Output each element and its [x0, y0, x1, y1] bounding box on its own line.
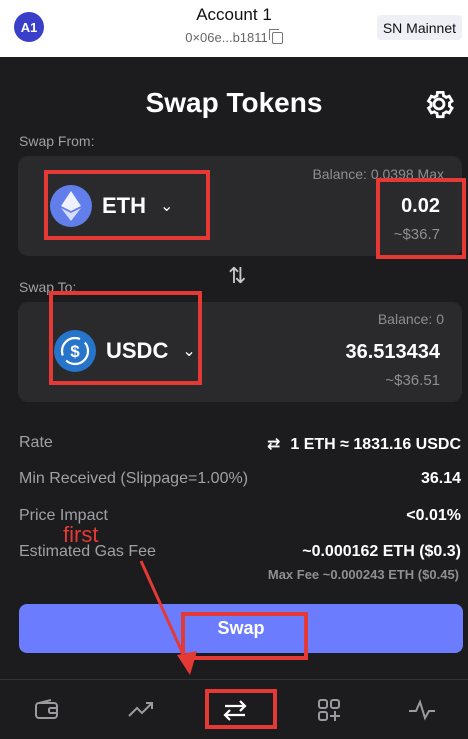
wallet-icon	[35, 699, 58, 719]
rate-label: Rate	[19, 434, 53, 451]
account-address: 0×06e...b1811	[185, 30, 268, 45]
nav-activity[interactable]	[376, 680, 468, 739]
copy-icon[interactable]	[268, 28, 283, 44]
swap-direction-icon[interactable]: ⇅	[228, 263, 246, 289]
from-balance-text: Balance: 0.0398	[312, 166, 414, 182]
svg-text:$: $	[70, 342, 80, 361]
activity-icon	[409, 699, 435, 721]
from-token-name: ETH	[102, 193, 146, 218]
nav-wallet[interactable]	[0, 680, 94, 739]
to-token-selector[interactable]: $ USDC ⌄	[54, 330, 196, 372]
min-received-row: Min Received (Slippage=1.00%) 36.14	[19, 470, 461, 488]
price-impact-value: <0.01%	[406, 507, 461, 524]
from-amount-usd: ~$36.7	[393, 226, 440, 243]
apps-icon	[318, 699, 340, 721]
gas-fee-value: ~0.000162 ETH ($0.3)	[302, 543, 461, 560]
swap-panel: Swap Tokens Swap From: ETH ⌄ Balance: 0.…	[0, 57, 468, 679]
from-amount-input[interactable]: 0.02	[401, 195, 440, 218]
bottom-nav	[0, 679, 468, 739]
swap-from-label: Swap From:	[19, 133, 95, 149]
min-received-value: 36.14	[420, 470, 461, 487]
gear-icon[interactable]	[422, 87, 456, 121]
to-amount: 36.513434	[345, 341, 440, 363]
swap-to-label: Swap To:	[19, 279, 77, 295]
to-amount-usd: ~$36.51	[385, 372, 440, 389]
min-received-label: Min Received (Slippage=1.00%)	[19, 470, 249, 487]
usdc-icon: $	[54, 330, 96, 372]
from-balance: Balance: 0.0398 Max	[264, 166, 444, 182]
network-badge[interactable]: SN Mainnet	[376, 15, 462, 40]
nav-market[interactable]	[94, 680, 188, 739]
nav-apps[interactable]	[282, 680, 376, 739]
nav-swap[interactable]	[188, 680, 282, 739]
chevron-down-icon: ⌄	[160, 198, 174, 215]
from-token-selector[interactable]: ETH ⌄	[50, 185, 173, 227]
rate-value: 1 ETH ≈ 1831.16 USDC	[290, 436, 461, 453]
max-link[interactable]: Max	[418, 166, 444, 182]
annotation-arrow	[139, 560, 197, 675]
eth-icon	[50, 185, 92, 227]
swap-rate-icon[interactable]: ⇄	[267, 436, 280, 453]
to-token-name: USDC	[106, 338, 169, 363]
swap-to-card: $ USDC ⌄ Balance: 0 36.513434 ~$36.51	[18, 302, 462, 402]
annotation-first-label: first	[63, 522, 99, 547]
rate-value-wrap: ⇄ 1 ETH ≈ 1831.16 USDC	[267, 434, 461, 454]
account-header: A1 Account 1 0×06e...b1811 SN Mainnet	[0, 0, 468, 57]
swap-from-card: ETH ⌄ Balance: 0.0398 Max 0.02 ~$36.7	[18, 156, 462, 256]
chevron-down-icon: ⌄	[182, 343, 196, 360]
swap-icon	[223, 700, 247, 721]
page-title: Swap Tokens	[145, 87, 323, 118]
to-balance: Balance: 0	[377, 311, 444, 327]
trending-icon	[128, 702, 153, 717]
max-fee: Max Fee ~0.000243 ETH ($0.45)	[267, 567, 459, 582]
swap-button[interactable]: Swap	[19, 604, 463, 653]
rate-row: Rate ⇄ 1 ETH ≈ 1831.16 USDC	[19, 434, 461, 454]
